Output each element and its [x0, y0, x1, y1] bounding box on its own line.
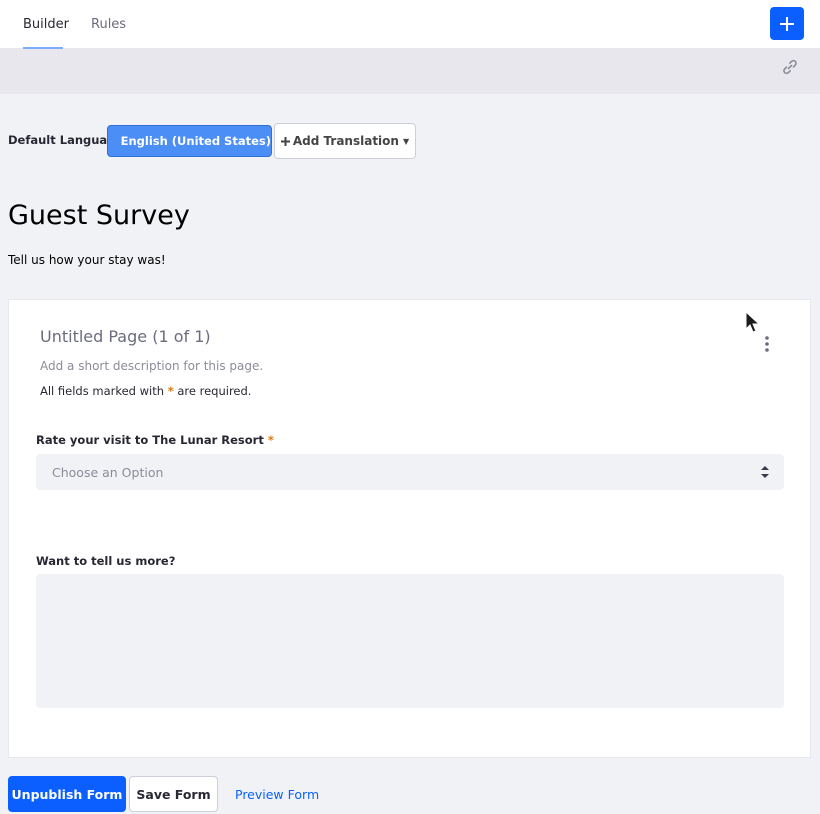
select-arrows-icon [761, 466, 769, 478]
add-field-button[interactable] [770, 7, 804, 40]
save-form-button[interactable]: Save Form [129, 776, 218, 812]
kebab-icon[interactable] [763, 335, 771, 353]
required-fields-note: All fields marked with * are required. [40, 384, 251, 398]
plus-icon [280, 136, 290, 146]
top-navbar: Builder Rules [0, 0, 820, 49]
rating-select[interactable]: Choose an Option [36, 454, 784, 490]
rating-select-placeholder: Choose an Option [52, 464, 164, 480]
mouse-cursor-icon [745, 311, 761, 333]
toolbar-band [0, 49, 820, 94]
add-translation-button[interactable]: Add Translation ▼ [274, 123, 416, 159]
us-flag-icon [114, 140, 115, 142]
rating-field-label-text: Rate your visit to The Lunar Resort [36, 433, 264, 447]
plus-icon [780, 16, 794, 31]
add-translation-label: Add Translation [292, 134, 399, 148]
form-description[interactable]: Tell us how your stay was! [8, 253, 166, 267]
page-description-input[interactable]: Add a short description for this page. [40, 359, 263, 373]
rating-required-asterisk: * [267, 433, 274, 447]
caret-down-icon: ▼ [402, 136, 410, 146]
default-language-button[interactable]: English (United States) [107, 125, 272, 157]
form-title[interactable]: Guest Survey [8, 200, 190, 231]
page-title[interactable]: Untitled Page (1 of 1) [40, 327, 211, 346]
preview-form-link[interactable]: Preview Form [235, 776, 319, 812]
required-asterisk: * [167, 384, 174, 398]
required-note-suffix: are required. [177, 384, 252, 398]
default-language-value: English (United States) [120, 134, 271, 148]
rating-field-label: Rate your visit to The Lunar Resort * [36, 433, 274, 447]
unpublish-form-button[interactable]: Unpublish Form [8, 776, 126, 812]
tab-rules[interactable]: Rules [91, 0, 126, 49]
tab-rules-label: Rules [91, 17, 127, 32]
tab-builder-label: Builder [23, 17, 69, 32]
link-icon[interactable] [782, 59, 798, 75]
required-note-prefix: All fields marked with [40, 384, 165, 398]
comments-field-label: Want to tell us more? [36, 554, 176, 568]
tab-builder[interactable]: Builder [23, 0, 69, 49]
comments-textarea[interactable] [36, 574, 784, 708]
form-page: Untitled Page (1 of 1) Add a short descr… [8, 299, 811, 758]
